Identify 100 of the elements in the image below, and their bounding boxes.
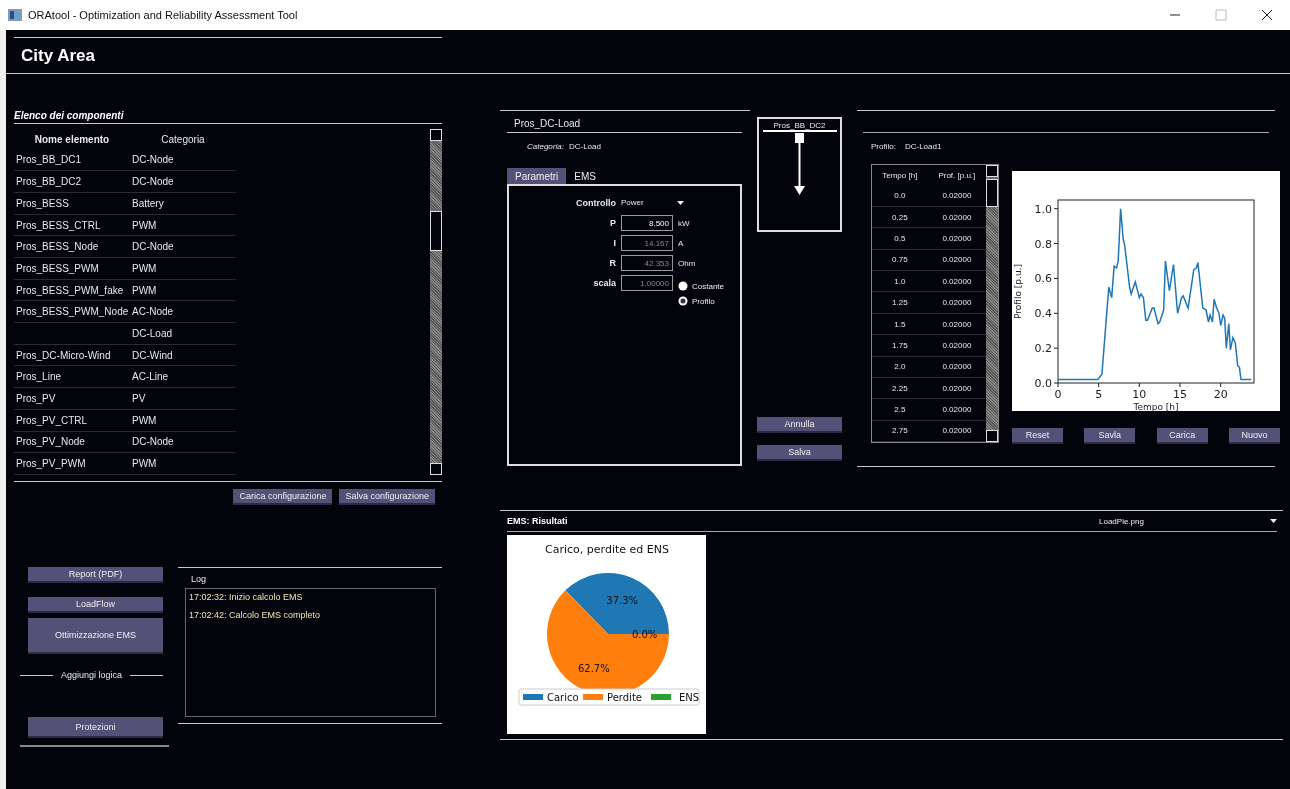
legend-swatch — [583, 694, 603, 700]
table-cell[interactable]: Battery — [130, 192, 236, 215]
profile-button[interactable]: Nuovo — [1229, 428, 1280, 444]
column-header[interactable]: Nome elemento — [14, 129, 130, 150]
table-cell[interactable]: Pros_BESS_PWM_fake — [14, 279, 130, 301]
table-cell[interactable]: DC-Load — [130, 322, 236, 345]
scrollbar[interactable] — [430, 129, 442, 475]
table-cell: 0.0 — [872, 185, 928, 207]
scrollbar[interactable] — [986, 165, 998, 442]
table-cell: 2.5 — [872, 398, 928, 421]
table-cell[interactable]: DC-Node — [130, 170, 236, 193]
table-cell[interactable]: Pros_PV_Node — [14, 431, 130, 453]
table-cell[interactable]: PWM — [130, 257, 236, 280]
dropdown[interactable]: Power — [621, 194, 686, 211]
table-cell: 0.25 — [872, 206, 928, 228]
table-cell: 1.0 — [872, 270, 928, 292]
tick-mark — [1053, 243, 1059, 245]
table-cell[interactable]: Pros_PV — [14, 387, 130, 410]
table-cell[interactable]: Pros_BESS_PWM_Node — [14, 300, 130, 323]
field-label: I — [612, 238, 616, 248]
table-cell[interactable]: Pros_BB_DC1 — [14, 149, 130, 171]
legend-label: ENS — [679, 692, 700, 703]
table-cell[interactable]: PV — [130, 387, 236, 410]
image-selector[interactable]: LoadPie.png — [1099, 516, 1277, 526]
app-icon — [8, 9, 22, 21]
table-cell[interactable]: Pros_BESS_PWM — [14, 257, 130, 280]
table-cell[interactable]: Pros_Line — [14, 366, 130, 388]
profile-button[interactable]: Carica — [1156, 428, 1208, 444]
radio-icon[interactable] — [678, 281, 688, 291]
window-title: ORAtool - Optimization and Reliability Assessment Tool — [28, 9, 299, 21]
profile-button[interactable]: Savla — [1084, 428, 1136, 444]
table-cell[interactable]: Pros_BESS_CTRL — [14, 214, 130, 236]
dialog-button[interactable]: Salva — [757, 445, 842, 461]
tick-label: 20 — [1213, 388, 1228, 401]
axis-label: Tempo [h] — [1133, 402, 1179, 411]
field-label: R — [608, 258, 616, 268]
close-icon[interactable] — [1260, 9, 1274, 21]
table-cell[interactable]: DC-Wind — [130, 344, 236, 366]
tick-label: 0.4 — [1034, 307, 1052, 321]
table-cell[interactable]: Pros_PV_CTRL — [14, 409, 130, 431]
radio-icon[interactable] — [678, 296, 688, 306]
table-cell[interactable]: PWM — [130, 409, 236, 431]
column-header[interactable]: Prof. [p.u.] — [927, 165, 987, 185]
table-cell: 2.0 — [872, 356, 928, 378]
table-cell[interactable]: AC-Node — [130, 300, 236, 323]
table-cell: 0.75 — [872, 249, 928, 271]
log-title: Log — [191, 574, 208, 584]
action-button[interactable]: LoadFlow — [28, 597, 163, 613]
bus-label: Pros_BB_DC2 — [773, 121, 826, 130]
profile-button[interactable]: Reset — [1012, 428, 1063, 444]
table-cell: 1.75 — [872, 334, 928, 357]
table-cell: 2.75 — [872, 420, 928, 442]
radio-button[interactable]: Costante — [678, 281, 740, 291]
tick-mark — [1053, 312, 1059, 314]
profile-name: DC-Load1 — [904, 142, 942, 151]
table-cell[interactable]: Pros_BB_DC2 — [14, 170, 130, 193]
field-label: P — [609, 218, 616, 228]
table-cell[interactable]: PWM — [130, 279, 236, 301]
profile-label: Profilo: — [871, 142, 896, 151]
table-cell[interactable]: DC-Node — [130, 149, 236, 171]
tick-label: 5 — [1095, 388, 1103, 401]
action-button[interactable]: Ottimizzazione EMS — [28, 618, 163, 654]
field-label: Controllo — [575, 197, 616, 208]
table-cell[interactable]: Pros_BESS_Node — [14, 235, 130, 258]
config-button[interactable]: Carica configurazione — [233, 489, 333, 505]
table-cell[interactable]: PWM — [130, 452, 236, 475]
action-button[interactable]: Report (PDF) — [28, 567, 163, 583]
chart-title: Carico, perdite ed ENS — [545, 543, 669, 556]
dialog-button[interactable]: Annulla — [757, 417, 842, 433]
table-cell[interactable]: PWM — [130, 214, 236, 236]
column-header[interactable]: Categoria — [130, 129, 236, 150]
table-cell[interactable]: Pros_PV_PWM — [14, 452, 130, 475]
tick-label: 1.0 — [1034, 202, 1052, 216]
input-field[interactable]: 8.500 — [621, 215, 673, 231]
value-label: 62.7% — [577, 662, 610, 674]
table-cell[interactable]: Pros_BESS — [14, 192, 130, 215]
table-cell[interactable]: AC-Line — [130, 366, 236, 388]
tab[interactable]: EMS — [566, 168, 605, 184]
tick-mark — [1098, 382, 1100, 388]
legend-swatch — [523, 694, 543, 700]
config-button[interactable]: Salva configurazione — [339, 489, 435, 505]
table-cell[interactable]: DC-Node — [130, 431, 236, 453]
radio-button[interactable]: Profilo — [678, 296, 740, 306]
tick-mark — [1053, 347, 1059, 349]
section-title: EMS: Risultati — [507, 516, 569, 526]
category-label: Categoria: — [527, 142, 564, 151]
tick-mark — [1053, 208, 1059, 210]
page-title: City Area — [21, 45, 95, 66]
field-label: scala — [592, 278, 616, 288]
unit-label: A — [678, 238, 685, 248]
tab[interactable]: Parametri — [507, 168, 567, 184]
tick-label: 0.0 — [1034, 377, 1052, 390]
log-entry: 17:02:42: Calcolo EMS completo — [189, 610, 321, 620]
legend-label: Carico — [547, 692, 579, 703]
table-cell[interactable]: DC-Node — [130, 235, 236, 258]
column-header[interactable]: Tempo [h] — [872, 165, 928, 185]
action-button[interactable]: Protezioni — [28, 717, 163, 738]
section-title: Elenco dei componenti — [14, 110, 442, 124]
table-cell[interactable]: Pros_DC-Micro-Wind — [14, 344, 130, 366]
divider-label: Aggiungi logica — [20, 670, 163, 680]
